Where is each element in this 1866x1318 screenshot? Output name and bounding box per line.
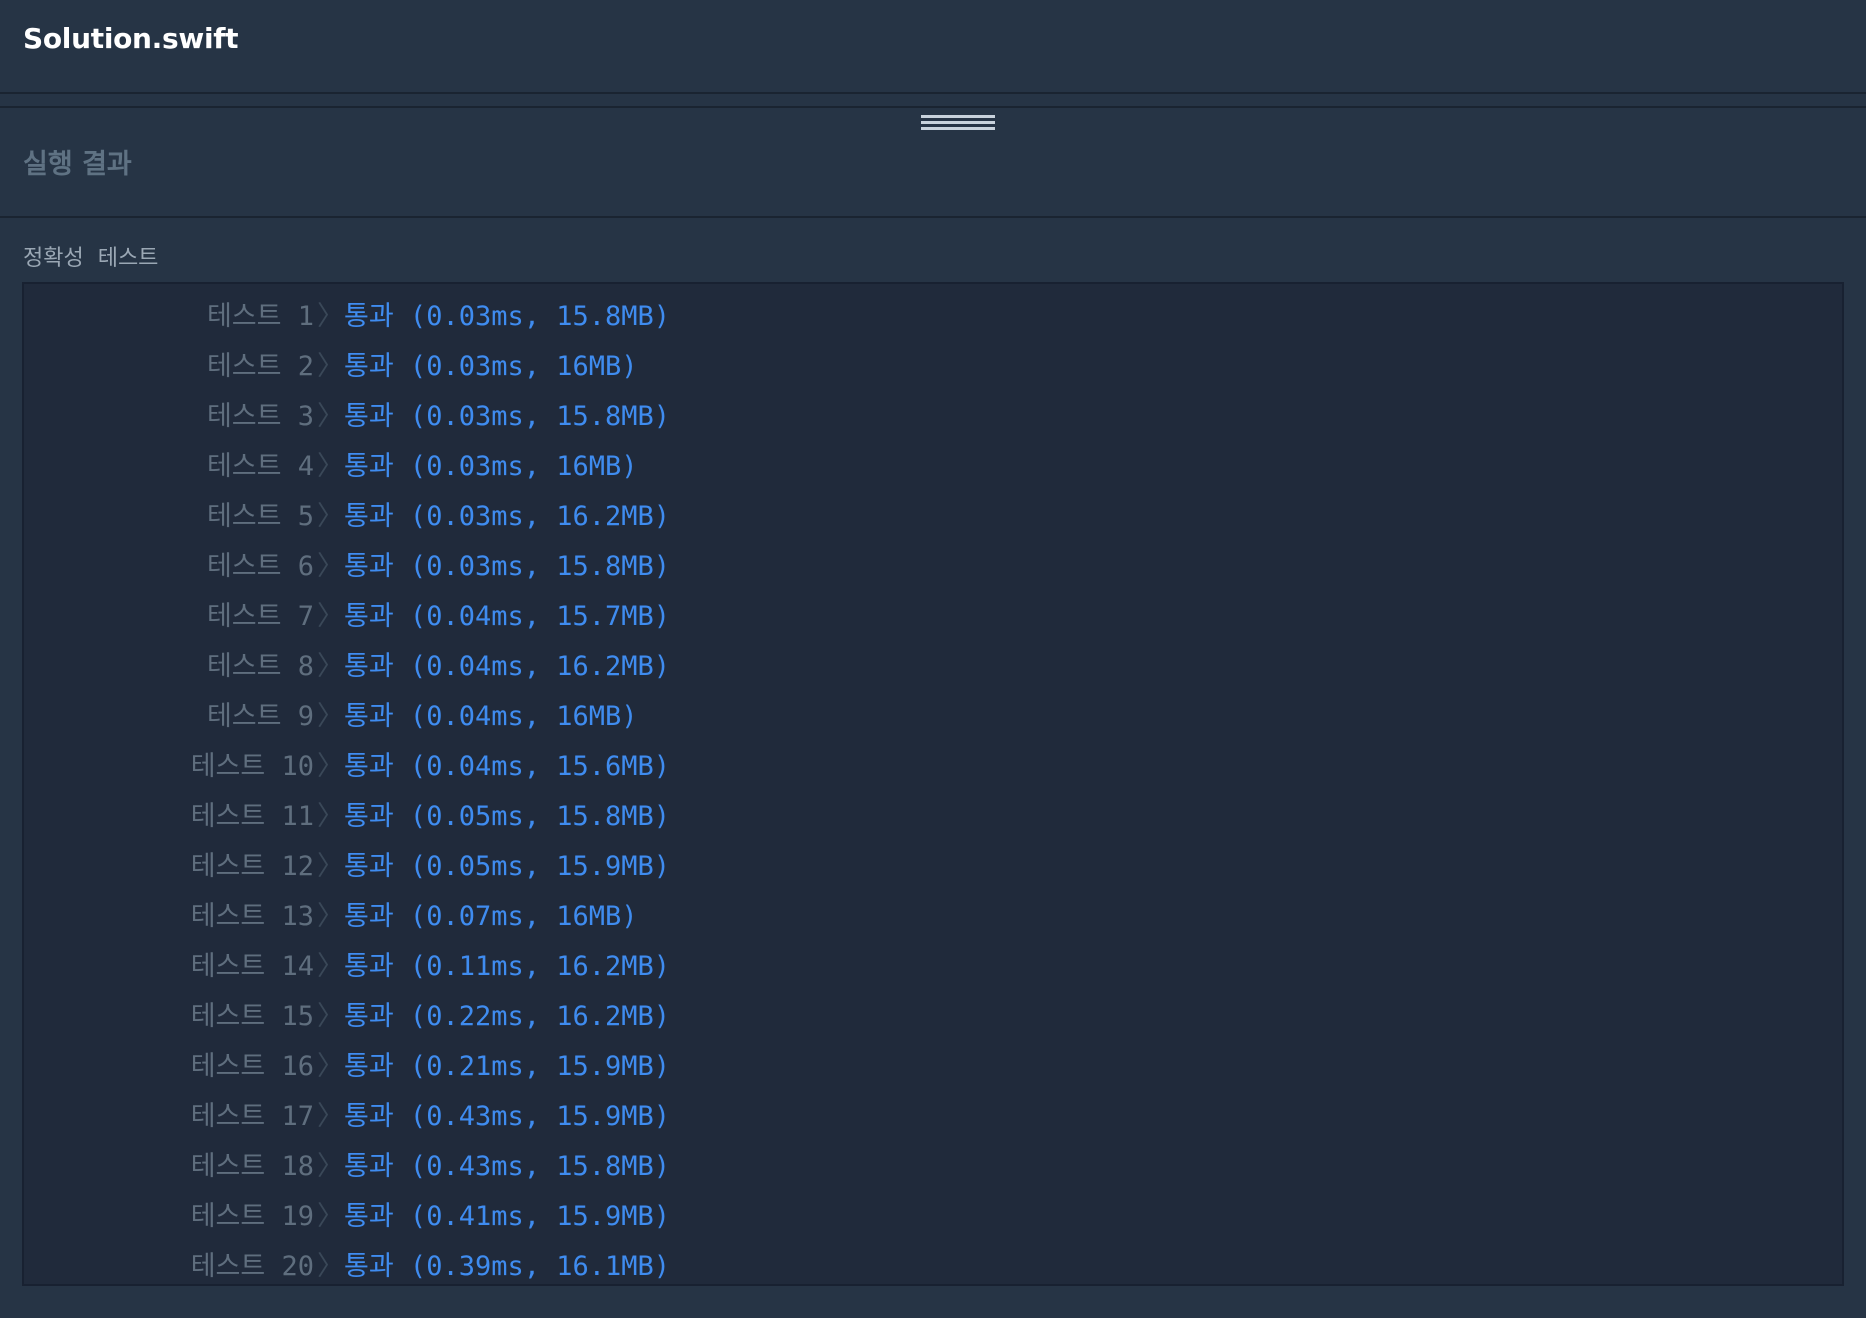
test-result: 통과 (0.43ms, 15.8MB) [344,1151,671,1182]
result-row: 테스트 13 〉 통과 (0.07ms, 16MB) [24,892,1824,942]
test-label: 테스트 7 [206,601,314,632]
test-label: 테스트 18 [190,1151,314,1182]
test-label: 테스트 1 [206,301,314,332]
test-label: 테스트 8 [206,651,314,682]
chevron-right-icon: 〉 [317,501,344,532]
test-result: 통과 (0.43ms, 15.9MB) [344,1101,671,1132]
result-row: 테스트 5 〉 통과 (0.03ms, 16.2MB) [24,492,1824,542]
result-row: 테스트 11 〉 통과 (0.05ms, 15.8MB) [24,792,1824,842]
chevron-right-icon: 〉 [317,551,344,582]
test-result: 통과 (0.05ms, 15.9MB) [344,851,671,882]
pane-divider [0,94,1866,108]
test-result: 통과 (0.07ms, 16MB) [344,901,638,932]
result-row: 테스트 12 〉 통과 (0.05ms, 15.9MB) [24,842,1824,892]
chevron-right-icon: 〉 [317,301,344,332]
test-label: 테스트 11 [190,801,314,832]
test-result: 통과 (0.04ms, 15.7MB) [344,601,671,632]
result-row: 테스트 14 〉 통과 (0.11ms, 16.2MB) [24,942,1824,992]
test-label: 테스트 9 [206,701,314,732]
test-result: 통과 (0.04ms, 16.2MB) [344,651,671,682]
test-result: 통과 (0.04ms, 15.6MB) [344,751,671,782]
test-result: 통과 (0.03ms, 15.8MB) [344,401,671,432]
result-row: 테스트 18 〉 통과 (0.43ms, 15.8MB) [24,1142,1824,1192]
test-result: 통과 (0.03ms, 16.2MB) [344,501,671,532]
chevron-right-icon: 〉 [317,401,344,432]
chevron-right-icon: 〉 [317,651,344,682]
result-row: 테스트 6 〉 통과 (0.03ms, 15.8MB) [24,542,1824,592]
test-label: 테스트 17 [190,1101,314,1132]
test-label: 테스트 13 [190,901,314,932]
result-row: 테스트 3 〉 통과 (0.03ms, 15.8MB) [24,392,1824,442]
test-result: 통과 (0.03ms, 15.8MB) [344,551,671,582]
result-row: 테스트 1 〉 통과 (0.03ms, 15.8MB) [24,292,1824,342]
chevron-right-icon: 〉 [317,1151,344,1182]
test-label: 테스트 12 [190,851,314,882]
test-result: 통과 (0.04ms, 16MB) [344,701,638,732]
result-row: 테스트 10 〉 통과 (0.04ms, 15.6MB) [24,742,1824,792]
chevron-right-icon: 〉 [317,1101,344,1132]
test-result: 통과 (0.41ms, 15.9MB) [344,1201,671,1232]
test-label: 테스트 14 [190,951,314,982]
test-label: 테스트 3 [206,401,314,432]
result-row: 테스트 8 〉 통과 (0.04ms, 16.2MB) [24,642,1824,692]
chevron-right-icon: 〉 [317,851,344,882]
chevron-right-icon: 〉 [317,751,344,782]
chevron-right-icon: 〉 [317,701,344,732]
chevron-right-icon: 〉 [317,951,344,982]
result-row: 테스트 20 〉 통과 (0.39ms, 16.1MB) [24,1242,1824,1292]
test-result: 통과 (0.05ms, 15.8MB) [344,801,671,832]
test-result: 통과 (0.03ms, 16MB) [344,451,638,482]
chevron-right-icon: 〉 [317,351,344,382]
output-panel[interactable]: 테스트 1 〉 통과 (0.03ms, 15.8MB) 테스트 2 〉 통과 (0.03m… [22,282,1844,1286]
result-title: 실행 결과 [23,149,132,180]
chevron-right-icon: 〉 [317,1051,344,1082]
test-result: 통과 (0.21ms, 15.9MB) [344,1051,671,1082]
test-result: 통과 (0.11ms, 16.2MB) [344,951,671,982]
chevron-right-icon: 〉 [317,451,344,482]
chevron-right-icon: 〉 [317,901,344,932]
chevron-right-icon: 〉 [317,1201,344,1232]
result-row: 테스트 15 〉 통과 (0.22ms, 16.2MB) [24,992,1824,1042]
result-row: 테스트 19 〉 통과 (0.41ms, 15.9MB) [24,1192,1824,1242]
test-label: 테스트 5 [206,501,314,532]
result-row: 테스트 2 〉 통과 (0.03ms, 16MB) [24,342,1824,392]
test-label: 테스트 20 [190,1251,314,1282]
result-row: 테스트 4 〉 통과 (0.03ms, 16MB) [24,442,1824,492]
test-result: 통과 (0.03ms, 16MB) [344,351,638,382]
chevron-right-icon: 〉 [317,601,344,632]
chevron-right-icon: 〉 [317,1251,344,1282]
test-result: 통과 (0.03ms, 15.8MB) [344,301,671,332]
result-row: 테스트 16 〉 통과 (0.21ms, 15.9MB) [24,1042,1824,1092]
test-label: 테스트 19 [190,1201,314,1232]
test-label: 테스트 15 [190,1001,314,1032]
test-label: 테스트 16 [190,1051,314,1082]
test-label: 테스트 2 [206,351,314,382]
result-row: 테스트 9 〉 통과 (0.04ms, 16MB) [24,692,1824,742]
test-label: 테스트 10 [190,751,314,782]
result-header: 실행 결과 [0,108,1866,218]
test-result: 통과 (0.22ms, 16.2MB) [344,1001,671,1032]
chevron-right-icon: 〉 [317,1001,344,1032]
test-label: 테스트 6 [206,551,314,582]
chevron-right-icon: 〉 [317,801,344,832]
result-row: 테스트 17 〉 통과 (0.43ms, 15.9MB) [24,1092,1824,1142]
test-result: 통과 (0.39ms, 16.1MB) [344,1251,671,1282]
result-row: 테스트 7 〉 통과 (0.04ms, 15.7MB) [24,592,1824,642]
file-header: Solution.swift [0,0,1866,94]
section-label: 정확성 테스트 [23,246,159,271]
file-title: Solution.swift [23,22,239,55]
test-label: 테스트 4 [206,451,314,482]
